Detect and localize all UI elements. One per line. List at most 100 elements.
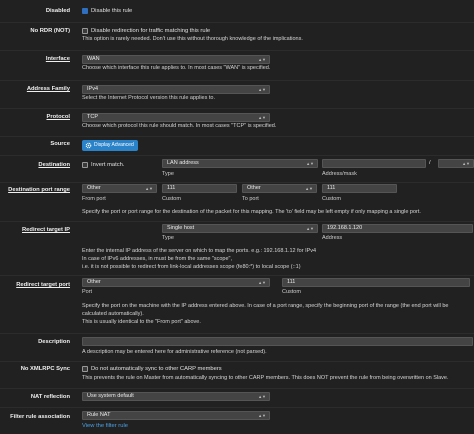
row-redirect-target-ip: Redirect target IP Single host ▲▼ Type 19… xyxy=(0,221,474,274)
no-rdr-checkbox[interactable] xyxy=(82,28,88,34)
redirect-ip-help-3: i.e. it is not possible to redirect from… xyxy=(82,264,301,270)
filter-rule-value: Rule NAT xyxy=(87,412,111,418)
no-rdr-help: This option is rarely needed. Don't use … xyxy=(82,36,303,42)
redirect-port-select[interactable]: Other ▲▼ xyxy=(82,278,270,287)
row-address-family: Address Family IPv4 ▲▼ Select the Interne… xyxy=(0,80,474,105)
from-port-caption: From port xyxy=(82,196,106,202)
chevron-down-icon: ▲▼ xyxy=(258,57,266,62)
address-family-label: Address Family xyxy=(26,86,70,92)
row-redirect-target-port: Redirect target port Other ▲▼ Port 111 Cu… xyxy=(0,275,474,332)
dest-port-range-label: Destination port range xyxy=(8,187,70,193)
row-destination: Destination Invert match. LAN address ▲▼ … xyxy=(0,155,474,182)
filter-rule-select[interactable]: Rule NAT ▲▼ xyxy=(82,411,270,420)
from-port-value: Other xyxy=(87,185,101,191)
source-label: Source xyxy=(50,141,70,147)
chevron-down-icon: ▲▼ xyxy=(306,226,314,231)
redirect-ip-type-caption: Type xyxy=(162,235,174,241)
row-destination-port-range: Destination port range Other ▲▼ From port… xyxy=(0,182,474,220)
chevron-down-icon: ▲▼ xyxy=(306,161,314,166)
row-source: Source Display Advanced xyxy=(0,136,474,154)
chevron-down-icon: ▲▼ xyxy=(258,413,266,418)
address-family-value: IPv4 xyxy=(87,86,99,92)
address-family-select[interactable]: IPv4 ▲▼ xyxy=(82,85,270,94)
no-xmlrpc-checkbox[interactable] xyxy=(82,366,88,372)
nat-reflection-label: NAT reflection xyxy=(30,394,70,400)
row-no-xmlrpc: No XMLRPC Sync Do not automatically sync… xyxy=(0,361,474,386)
disabled-checkbox-label: Disable this rule xyxy=(91,8,133,14)
to-port-caption: To port xyxy=(242,196,259,202)
interface-help: Choose which interface this rule applies… xyxy=(82,65,271,71)
interface-value: WAN xyxy=(87,56,100,62)
nat-reflection-value: Use system default xyxy=(87,393,134,399)
row-description: Description A description may be entered… xyxy=(0,333,474,360)
no-xmlrpc-checkbox-label: Do not automatically sync to other CARP … xyxy=(91,366,222,372)
disabled-checkbox[interactable] xyxy=(82,8,88,14)
destination-type-caption: Type xyxy=(162,171,174,177)
chevron-down-icon: ▲▼ xyxy=(258,394,266,399)
redirect-port-label: Redirect target port xyxy=(16,282,70,288)
to-port-custom-input[interactable]: 111 xyxy=(322,184,397,193)
row-nat-reflection: NAT reflection Use system default ▲▼ xyxy=(0,388,474,406)
redirect-port-custom-caption: Custom xyxy=(282,289,301,295)
row-protocol: Protocol TCP ▲▼ Choose which protocol thi… xyxy=(0,108,474,136)
row-disabled: Disabled Disable this rule xyxy=(0,5,474,21)
interface-select[interactable]: WAN ▲▼ xyxy=(82,55,270,64)
redirect-port-caption: Port xyxy=(82,289,93,295)
no-xmlrpc-label: No XMLRPC Sync xyxy=(20,366,70,372)
row-filter-rule-association: Filter rule association Rule NAT ▲▼ View … xyxy=(0,407,474,434)
redirect-port-custom-input[interactable]: 111 xyxy=(282,278,470,287)
destination-address-caption: Address/mask xyxy=(322,171,357,177)
display-advanced-button[interactable]: Display Advanced xyxy=(82,140,138,151)
to-port-select[interactable]: Other ▲▼ xyxy=(242,184,317,193)
redirect-ip-label: Redirect target IP xyxy=(22,227,70,233)
redirect-ip-help-2: In case of IPv6 addresses, in must be fr… xyxy=(82,256,233,262)
chevron-down-icon: ▲▼ xyxy=(305,186,313,191)
redirect-ip-type-select[interactable]: Single host ▲▼ xyxy=(162,224,318,233)
chevron-down-icon: ▲▼ xyxy=(462,161,470,166)
no-xmlrpc-help: This prevents the rule on Master from au… xyxy=(82,375,449,381)
invert-match-checkbox[interactable] xyxy=(82,162,88,168)
description-help: A description may be entered here for ad… xyxy=(82,349,267,355)
chevron-down-icon: ▲▼ xyxy=(145,186,153,191)
chevron-down-icon: ▲▼ xyxy=(258,87,266,92)
row-interface: Interface WAN ▲▼ Choose which interface t… xyxy=(0,50,474,75)
gear-icon xyxy=(85,142,92,149)
destination-type-select[interactable]: LAN address ▲▼ xyxy=(162,159,318,168)
protocol-label: Protocol xyxy=(46,114,70,120)
redirect-port-help-2: calculated automatically). xyxy=(82,311,144,317)
protocol-help: Choose which protocol this rule should m… xyxy=(82,123,277,129)
redirect-ip-type-value: Single host xyxy=(167,225,195,231)
from-port-custom-caption: Custom xyxy=(162,196,181,202)
description-input[interactable] xyxy=(82,337,473,346)
redirect-port-custom-value: 111 xyxy=(287,279,296,285)
no-rdr-label: No RDR (NOT) xyxy=(30,28,70,34)
address-family-help: Select the Internet Protocol version thi… xyxy=(82,95,215,101)
nat-reflection-select[interactable]: Use system default ▲▼ xyxy=(82,392,270,401)
to-port-custom-value: 111 xyxy=(327,185,336,191)
redirect-port-help-3: This is usually identical to the "From p… xyxy=(82,319,201,325)
dest-port-range-help: Specify the port or port range for the d… xyxy=(82,209,421,215)
no-rdr-checkbox-label: Disable redirection for traffic matching… xyxy=(91,28,211,34)
protocol-value: TCP xyxy=(87,114,98,120)
redirect-port-help-1: Specify the port on the machine with the… xyxy=(82,303,449,309)
destination-address-input[interactable] xyxy=(322,159,426,168)
interface-label: Interface xyxy=(45,56,70,62)
redirect-ip-address-value: 192.168.1.120 xyxy=(327,225,363,231)
to-port-custom-caption: Custom xyxy=(322,196,341,202)
from-port-select[interactable]: Other ▲▼ xyxy=(82,184,157,193)
destination-mask-select[interactable]: ▲▼ xyxy=(438,159,474,168)
from-port-custom-input[interactable]: 111 xyxy=(162,184,237,193)
destination-type-value: LAN address xyxy=(167,160,199,166)
to-port-value: Other xyxy=(247,185,261,191)
filter-rule-label: Filter rule association xyxy=(10,414,70,420)
redirect-ip-help-1: Enter the internal IP address of the ser… xyxy=(82,248,317,254)
description-label: Description xyxy=(38,339,70,345)
row-no-rdr: No RDR (NOT) Disable redirection for tra… xyxy=(0,22,474,46)
redirect-ip-address-input[interactable]: 192.168.1.120 xyxy=(322,224,473,233)
chevron-down-icon: ▲▼ xyxy=(258,280,266,285)
from-port-custom-value: 111 xyxy=(167,185,176,191)
destination-label: Destination xyxy=(38,162,70,168)
protocol-select[interactable]: TCP ▲▼ xyxy=(82,113,270,122)
mask-separator: / xyxy=(429,160,431,166)
view-filter-rule-link[interactable]: View the filter rule xyxy=(82,423,128,429)
